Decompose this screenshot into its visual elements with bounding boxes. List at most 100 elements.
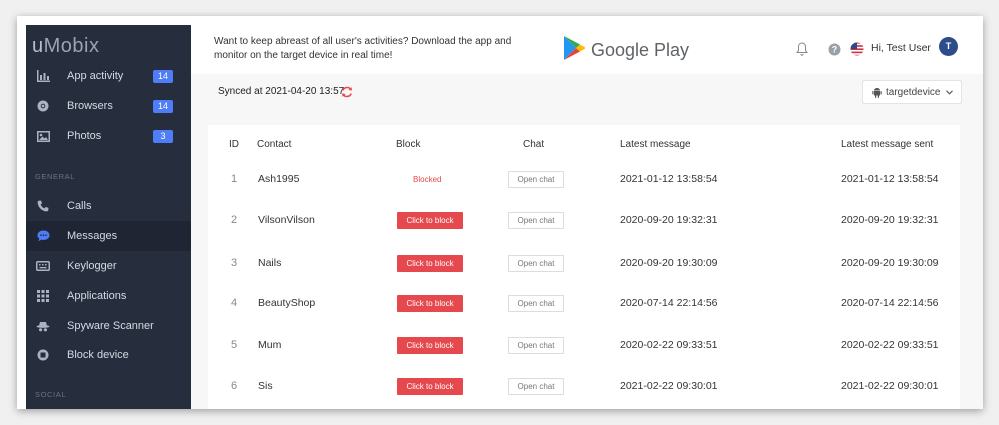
bell-icon[interactable]	[794, 41, 810, 57]
row-id: 2	[231, 214, 238, 226]
open-chat-button[interactable]: Open chat	[508, 254, 564, 272]
sidebar-item-messages[interactable]: Messages	[26, 221, 191, 251]
sidebar-item-label: Messages	[67, 230, 118, 242]
click-to-block-button[interactable]: Click to block	[397, 211, 463, 229]
latest-message-sent: 2020-07-14 22:14:56	[841, 297, 939, 309]
device-name: targetdevice	[886, 86, 941, 98]
blocked-status: Blocked	[413, 174, 442, 184]
sidebar-item-applications[interactable]: Applications	[26, 281, 191, 311]
open-chat-button[interactable]: Open chat	[508, 377, 564, 395]
contact-name: VilsonVilson	[258, 214, 315, 226]
sidebar-item-app-activity[interactable]: App activity 14	[26, 61, 191, 91]
column-header-latest-message: Latest message	[620, 139, 691, 150]
sidebar-item-label: Spyware Scanner	[67, 320, 154, 332]
column-header-block: Block	[396, 139, 421, 150]
sidebar-item-spyware-scanner[interactable]: Spyware Scanner	[26, 311, 191, 341]
chat-cell: Open chat	[508, 366, 564, 406]
sidebar-item-label: Block device	[67, 349, 129, 361]
column-header-id: ID	[229, 139, 239, 150]
latest-message-sent: 2021-02-22 09:30:01	[841, 380, 939, 392]
column-header-contact: Contact	[257, 139, 292, 150]
google-play-link[interactable]: Google Play	[563, 33, 689, 67]
app-window: uMobix App activity 14 Browsers 14 Photo…	[17, 16, 983, 409]
chat-cell: Open chat	[508, 325, 564, 365]
logo-u: u	[32, 35, 44, 57]
sidebar-item-label: App activity	[67, 70, 124, 82]
latest-message-sent: 2020-02-22 09:33:51	[841, 339, 939, 351]
top-header: Want to keep abreast of all user's activ…	[191, 25, 983, 75]
chat-cell: Open chat	[508, 283, 564, 323]
spy-hat-icon	[36, 319, 50, 333]
table-row: 6 Sis Click to block Open chat 2021-02-22 09…	[208, 366, 960, 406]
row-id: 1	[231, 173, 238, 185]
chart-icon	[36, 69, 50, 83]
click-to-block-button[interactable]: Click to block	[397, 377, 463, 395]
phone-icon	[36, 199, 50, 213]
open-chat-button[interactable]: Open chat	[508, 294, 564, 312]
avatar[interactable]: T	[939, 37, 958, 56]
synced-status: Synced at 2021-04-20 13:57	[218, 86, 345, 97]
latest-message: 2020-09-20 19:30:09	[620, 257, 718, 269]
sidebar-item-keylogger[interactable]: Keylogger	[26, 251, 191, 281]
block-cell: Click to block	[397, 243, 463, 283]
contact-name: Sis	[258, 380, 273, 392]
row-id: 4	[231, 297, 238, 309]
block-cell: Click to block	[397, 200, 463, 240]
block-icon	[36, 348, 50, 362]
chevron-down-icon	[946, 89, 954, 95]
row-id: 5	[231, 339, 238, 351]
column-header-chat: Chat	[523, 139, 545, 150]
android-icon	[872, 87, 882, 98]
sidebar-item-photos[interactable]: Photos 3	[26, 121, 191, 151]
help-icon[interactable]: ?	[826, 41, 842, 57]
sidebar: uMobix App activity 14 Browsers 14 Photo…	[26, 25, 191, 409]
click-to-block-button[interactable]: Click to block	[397, 254, 463, 272]
row-id: 3	[231, 257, 238, 269]
contact-name: Mum	[258, 339, 282, 351]
count-badge: 14	[153, 69, 173, 83]
chat-cell: Open chat	[508, 243, 564, 283]
block-cell: Click to block	[397, 283, 463, 323]
refresh-icon[interactable]	[341, 85, 353, 98]
latest-message: 2020-02-22 09:33:51	[620, 339, 718, 351]
block-cell: Click to block	[397, 366, 463, 406]
google-play-label: Google Play	[591, 39, 690, 60]
user-greeting: Hi, Test User	[871, 42, 931, 54]
contact-name: BeautyShop	[258, 297, 316, 309]
open-chat-button[interactable]: Open chat	[508, 336, 564, 354]
click-to-block-button[interactable]: Click to block	[397, 294, 463, 312]
open-chat-button[interactable]: Open chat	[508, 170, 564, 188]
section-label-general: GENERAL	[35, 172, 76, 181]
sidebar-item-block-device[interactable]: Block device	[26, 340, 191, 370]
device-selector[interactable]: targetdevice	[862, 80, 962, 104]
click-to-block-button[interactable]: Click to block	[397, 336, 463, 354]
section-label-social: SOCIAL	[35, 390, 67, 399]
us-flag-icon[interactable]	[849, 41, 865, 57]
table-row: 4 BeautyShop Click to block Open chat 2020-0…	[208, 283, 960, 323]
latest-message: 2021-01-12 13:58:54	[620, 173, 718, 185]
keyboard-icon	[36, 259, 50, 273]
sidebar-item-browsers[interactable]: Browsers 14	[26, 91, 191, 121]
open-chat-button[interactable]: Open chat	[508, 211, 564, 229]
apps-grid-icon	[36, 289, 50, 303]
logo-rest: Mobix	[43, 35, 100, 57]
sidebar-item-label: Applications	[67, 290, 127, 302]
latest-message-sent: 2021-01-12 13:58:54	[841, 173, 939, 185]
browser-icon	[36, 99, 50, 113]
contact-name: Nails	[258, 257, 282, 269]
google-play-icon	[563, 35, 586, 66]
sync-bar: Synced at 2021-04-20 13:57 targetdevice	[191, 74, 983, 110]
column-header-latest-message-sent: Latest message sent	[841, 139, 934, 150]
block-cell: Click to block	[397, 325, 463, 365]
app-logo[interactable]: uMobix	[32, 35, 99, 58]
table-row: 1 Ash1995 Blocked Open chat 2021-01-12 13:58…	[208, 159, 960, 199]
latest-message: 2021-02-22 09:30:01	[620, 380, 718, 392]
svg-text:?: ?	[831, 44, 837, 54]
latest-message: 2020-09-20 19:32:31	[620, 214, 718, 226]
table-row: 2 VilsonVilson Click to block Open chat 2020…	[208, 200, 960, 240]
chat-bubble-icon	[36, 229, 50, 243]
latest-message: 2020-07-14 22:14:56	[620, 297, 718, 309]
chat-cell: Open chat	[508, 159, 564, 199]
sidebar-item-calls[interactable]: Calls	[26, 191, 191, 221]
count-badge: 14	[153, 99, 173, 113]
